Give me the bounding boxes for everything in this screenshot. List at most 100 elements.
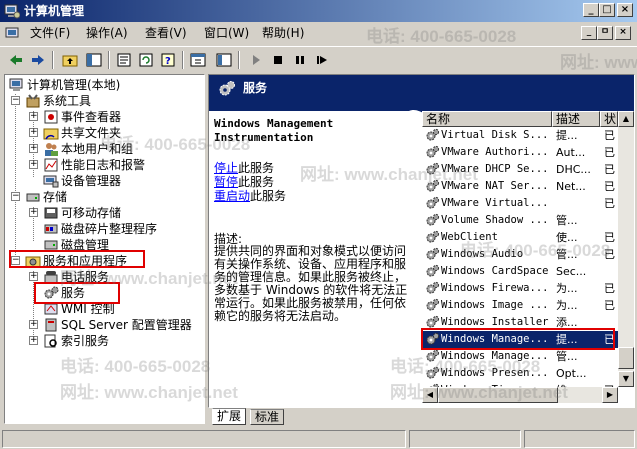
column-header-status[interactable]: 状 (600, 111, 618, 127)
status-panel-2 (409, 430, 521, 448)
console-tree-pane[interactable]: 计算机管理(本地) − 系统工具 + 事件查看器 + 共享文件夹 + 本地用户和… (4, 74, 205, 424)
service-status: 已 (604, 248, 615, 261)
mdi-restore-button[interactable]: ㅁ (597, 26, 613, 40)
title-bar[interactable]: 计算机管理 _ □ × (0, 0, 637, 22)
service-status: 已 (604, 129, 615, 142)
expand-icon[interactable]: + (29, 160, 38, 169)
service-description: Aut... (556, 146, 586, 159)
maximize-button[interactable]: □ (599, 3, 615, 17)
horizontal-scrollbar[interactable]: ◀ ▶ (422, 387, 618, 403)
menu-file[interactable]: 文件(F) (30, 26, 70, 40)
table-row[interactable]: VMware DHCP Se... DHC... 已 (422, 161, 618, 178)
service-description: 使... (556, 231, 578, 244)
tree-label: 设备管理器 (61, 174, 122, 188)
expand-icon[interactable]: + (29, 144, 38, 153)
up-folder-icon[interactable] (60, 50, 80, 70)
stop-icon[interactable] (268, 50, 288, 70)
column-header-description[interactable]: 描述 (552, 111, 600, 127)
table-row[interactable]: VMware Virtual... 已 (422, 195, 618, 212)
menu-window[interactable]: 窗口(W) (204, 26, 249, 40)
table-row[interactable]: Virtual Disk S... 提... 已 (422, 127, 618, 144)
vertical-scrollbar[interactable]: ▲ ▼ (618, 111, 634, 387)
pause-icon[interactable] (290, 50, 310, 70)
export-list-icon[interactable] (214, 50, 234, 70)
back-arrow-icon[interactable] (6, 50, 26, 70)
shared-folder-icon (43, 128, 59, 140)
tab-standard[interactable]: 标准 (250, 409, 285, 425)
table-row[interactable]: Windows Manage... 管... (422, 348, 618, 365)
pause-service-link[interactable]: 暂停 (214, 175, 238, 189)
service-name: VMware DHCP Se... (441, 163, 549, 175)
computer-management-window: 计算机管理 _ □ × 文件(F) 操作(A) 查看(V) 窗口(W) 帮助(H… (0, 0, 637, 449)
tab-extended[interactable]: 扩展 (212, 408, 247, 425)
table-row[interactable]: Windows Audio 管... 已 (422, 246, 618, 263)
expand-icon[interactable]: + (29, 336, 38, 345)
menu-help[interactable]: 帮助(H) (262, 26, 304, 40)
gear-icon (425, 281, 440, 296)
service-status: 已 (604, 146, 615, 159)
properties-icon[interactable] (114, 50, 134, 70)
table-row[interactable]: Windows Firewa... 为... 已 (422, 280, 618, 297)
scroll-up-button[interactable]: ▲ (618, 111, 634, 127)
collapse-icon[interactable]: − (11, 192, 20, 201)
toolbar: ? (0, 46, 637, 72)
computer-management-icon (4, 4, 20, 19)
menu-view[interactable]: 查看(V) (145, 26, 187, 40)
services-header-title: 服务 (243, 81, 268, 95)
horizontal-scroll-thumb[interactable] (438, 387, 558, 403)
gear-icon (219, 81, 235, 96)
table-row[interactable]: VMware Authori... Aut... 已 (422, 144, 618, 161)
service-name-cell: Windows Audio (422, 246, 552, 263)
scroll-thumb[interactable] (618, 347, 634, 369)
services-list[interactable]: 名称 描述 状 Virtual Disk S... 提... 已 VMware Aut… (422, 111, 634, 407)
tree-label: 性能日志和报警 (61, 158, 146, 172)
table-row[interactable]: Windows Presen... Opt... (422, 365, 618, 382)
table-row[interactable]: Volume Shadow ... 管... (422, 212, 618, 229)
performance-icon (44, 158, 58, 172)
expand-icon[interactable]: + (29, 272, 38, 281)
scroll-right-button[interactable]: ▶ (602, 387, 618, 403)
table-row[interactable]: Windows CardSpace Sec... (422, 263, 618, 280)
minimize-button[interactable]: _ (583, 3, 599, 17)
service-name-cell: Windows Presen... (422, 365, 552, 382)
table-row[interactable]: WebClient 使... 已 (422, 229, 618, 246)
service-name-cell: VMware NAT Ser... (422, 178, 552, 195)
column-header-name[interactable]: 名称 (422, 111, 552, 127)
gear-icon (425, 213, 440, 228)
scroll-left-button[interactable]: ◀ (422, 387, 438, 403)
export-icon[interactable] (188, 50, 208, 70)
service-name-cell: Windows Firewa... (422, 280, 552, 297)
tree-label: 事件查看器 (61, 110, 122, 124)
expand-icon[interactable]: + (29, 208, 38, 217)
forward-arrow-icon[interactable] (28, 50, 48, 70)
table-row[interactable]: VMware NAT Ser... Net... 已 (422, 178, 618, 195)
restart-icon[interactable] (312, 50, 332, 70)
scroll-down-button[interactable]: ▼ (618, 371, 634, 387)
help-icon[interactable]: ? (158, 50, 178, 70)
service-description: 提... (556, 129, 578, 142)
expand-icon[interactable]: + (29, 112, 38, 121)
refresh-icon[interactable] (136, 50, 156, 70)
service-name-cell: Windows Image ... (422, 297, 552, 314)
service-status: 已 (604, 282, 615, 295)
pause-service-text: 此服务 (238, 175, 275, 189)
expand-icon[interactable]: + (29, 128, 38, 137)
mdi-close-button[interactable]: × (615, 26, 631, 40)
collapse-icon[interactable]: − (11, 96, 20, 105)
show-hide-tree-icon[interactable] (84, 50, 104, 70)
table-row[interactable]: Windows Image ... 为... 已 (422, 297, 618, 314)
gear-icon (425, 298, 440, 313)
service-name: Windows CardSpace (441, 265, 549, 277)
play-icon[interactable] (246, 50, 266, 70)
menu-action[interactable]: 操作(A) (86, 26, 128, 40)
indexing-icon (44, 334, 57, 348)
restart-service-link[interactable]: 重启动 (214, 189, 250, 203)
tree-label: 本地用户和组 (61, 142, 134, 156)
expand-icon[interactable]: + (29, 320, 38, 329)
gear-icon (425, 264, 440, 279)
document-window-icon[interactable] (5, 25, 21, 41)
mdi-minimize-button[interactable]: _ (581, 26, 597, 40)
stop-service-link[interactable]: 停止 (214, 161, 238, 175)
close-button[interactable]: × (617, 3, 633, 17)
toolbar-separator (52, 51, 54, 69)
